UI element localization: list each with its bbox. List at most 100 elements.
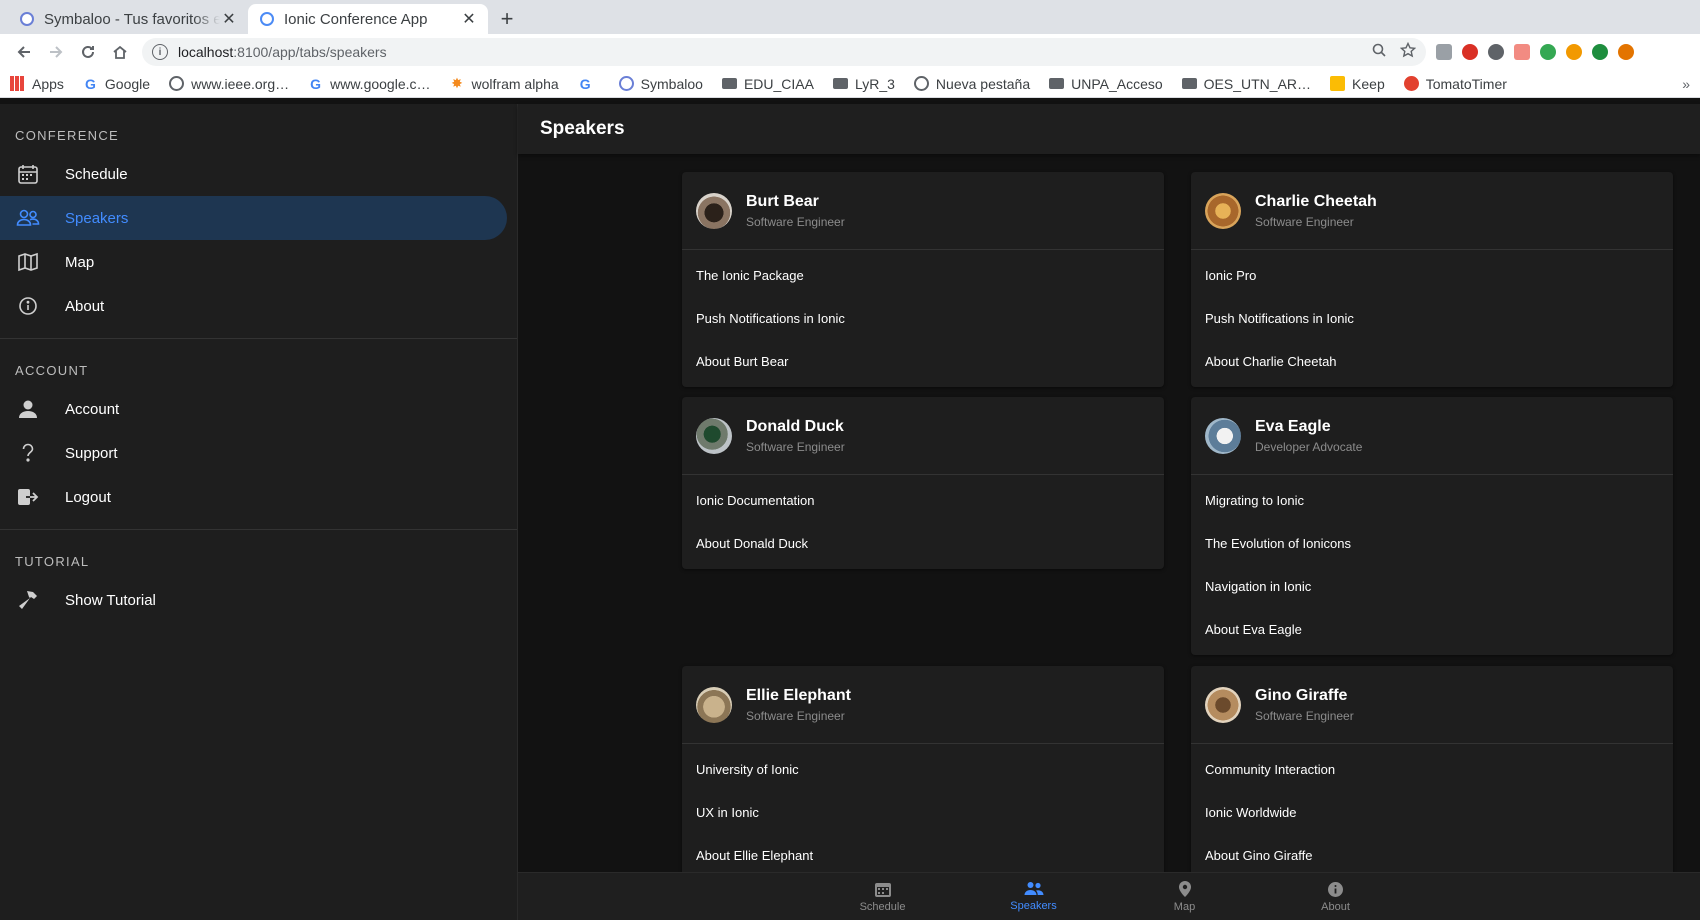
talk-item[interactable]: Ionic Documentation: [682, 479, 1164, 522]
talk-item[interactable]: Migrating to Ionic: [1191, 479, 1673, 522]
speaker-role: Developer Advocate: [1255, 439, 1363, 454]
address-bar[interactable]: i localhost:8100/app/tabs/speakers: [142, 38, 1426, 66]
talk-item[interactable]: Push Notifications in Ionic: [1191, 297, 1673, 340]
talk-item[interactable]: Ionic Pro: [1191, 254, 1673, 297]
talk-item[interactable]: UX in Ionic: [682, 791, 1164, 834]
talk-item[interactable]: About Ellie Elephant: [682, 834, 1164, 872]
speaker-info: Burt Bear Software Engineer: [746, 193, 845, 229]
speaker-name: Donald Duck: [746, 417, 844, 435]
url-host: localhost: [178, 44, 234, 60]
talk-item[interactable]: About Gino Giraffe: [1191, 834, 1673, 872]
bookmark-unpa[interactable]: UNPA_Acceso: [1049, 76, 1163, 92]
talk-item[interactable]: Community Interaction: [1191, 748, 1673, 791]
menu-item-logout[interactable]: Logout: [0, 475, 507, 519]
evernote-extension-icon[interactable]: [1540, 44, 1556, 60]
folder-icon: [832, 78, 848, 89]
bookmark-apps[interactable]: Apps: [10, 76, 64, 92]
keep-icon: [1330, 76, 1346, 91]
home-button[interactable]: [104, 36, 136, 68]
zoom-icon[interactable]: [1372, 43, 1386, 62]
speaker-card-header[interactable]: Burt Bear Software Engineer: [682, 172, 1164, 250]
bookmark-tomatotimer[interactable]: TomatoTimer: [1403, 76, 1507, 92]
bookmark-symbaloo[interactable]: Symbaloo: [618, 76, 703, 92]
circle-extension-icon[interactable]: [1488, 44, 1504, 60]
menu-item-account[interactable]: Account: [0, 387, 507, 431]
menu-item-support[interactable]: Support: [0, 431, 507, 475]
speaker-card-header[interactable]: Gino Giraffe Software Engineer: [1191, 666, 1673, 744]
speaker-name: Burt Bear: [746, 192, 819, 210]
talk-item[interactable]: Ionic Worldwide: [1191, 791, 1673, 834]
site-info-icon[interactable]: i: [152, 44, 168, 60]
talk-item[interactable]: About Burt Bear: [682, 340, 1164, 383]
talk-item[interactable]: The Ionic Package: [682, 254, 1164, 297]
speaker-role: Software Engineer: [746, 439, 845, 454]
menu-item-label: Speakers: [65, 209, 129, 227]
bookmark-oes-utn[interactable]: OES_UTN_AR…: [1181, 76, 1311, 92]
green-extension-icon[interactable]: [1592, 44, 1608, 60]
speaker-card-header[interactable]: Charlie Cheetah Software Engineer: [1191, 172, 1673, 250]
people-icon: [15, 205, 41, 231]
speaker-card: Gino Giraffe Software Engineer Community…: [1191, 666, 1673, 872]
talk-item[interactable]: About Eva Eagle: [1191, 608, 1673, 651]
speaker-card: Charlie Cheetah Software Engineer Ionic …: [1191, 172, 1673, 387]
pdf-extension-icon[interactable]: [1514, 44, 1530, 60]
bookmark-star-icon[interactable]: [1399, 41, 1417, 63]
tab-schedule[interactable]: Schedule: [807, 873, 958, 920]
bookmark-google[interactable]: G Google: [83, 76, 150, 92]
talk-item[interactable]: Push Notifications in Ionic: [682, 297, 1164, 340]
person-icon: [15, 396, 41, 422]
bookmark-lyr3[interactable]: LyR_3: [832, 75, 895, 92]
menu-item-schedule[interactable]: Schedule: [0, 152, 507, 196]
browser-tab-symbaloo[interactable]: Symbaloo - Tus favoritos e ✕: [8, 4, 248, 34]
bookmark-wolfram[interactable]: ✸ wolfram alpha: [450, 75, 559, 92]
orange-extension-icon[interactable]: [1566, 44, 1582, 60]
tab-about[interactable]: About: [1260, 873, 1411, 920]
bookmark-label: Google: [104, 75, 151, 92]
bookmark-label: wolfram alpha: [471, 75, 559, 92]
speaker-card-header[interactable]: Donald Duck Software Engineer: [682, 397, 1164, 475]
shield-extension-icon[interactable]: [1436, 44, 1452, 60]
menu-item-map[interactable]: Map: [0, 240, 507, 284]
back-button[interactable]: [8, 36, 40, 68]
bookmark-label: Nueva pestaña: [935, 75, 1031, 92]
speaker-avatar: [696, 417, 732, 454]
symbaloo-favicon-icon: [20, 12, 34, 26]
speaker-name: Gino Giraffe: [1255, 686, 1348, 704]
speaker-card-header[interactable]: Eva Eagle Developer Advocate: [1191, 397, 1673, 475]
bookmarks-overflow-button[interactable]: »: [1682, 76, 1690, 92]
tab-speakers[interactable]: Speakers: [958, 873, 1109, 920]
menu-item-about[interactable]: About: [0, 284, 507, 328]
new-tab-button[interactable]: +: [492, 4, 522, 34]
talk-item[interactable]: Navigation in Ionic: [1191, 565, 1673, 608]
talk-item[interactable]: About Donald Duck: [682, 522, 1164, 565]
bookmark-google-blank[interactable]: G: [578, 76, 600, 92]
speaker-talks: Ionic Documentation About Donald Duck: [682, 475, 1164, 569]
tab-label: Map: [1173, 901, 1196, 913]
browser-tab-ionic[interactable]: Ionic Conference App ✕: [248, 4, 488, 34]
ionic-favicon-icon: [260, 12, 274, 26]
bookmark-nueva-pestana[interactable]: Nueva pestaña: [913, 75, 1031, 92]
reload-button[interactable]: [72, 36, 104, 68]
menu-item-speakers[interactable]: Speakers: [0, 196, 507, 240]
close-tab-icon[interactable]: ✕: [460, 9, 478, 29]
extension-icon[interactable]: [1618, 44, 1634, 60]
menu-item-show-tutorial[interactable]: Show Tutorial: [0, 578, 507, 622]
bookmark-ieee[interactable]: www.ieee.org…: [169, 76, 289, 92]
symbaloo-icon: [618, 76, 634, 91]
talk-item[interactable]: About Charlie Cheetah: [1191, 340, 1673, 383]
bookmark-keep[interactable]: Keep: [1330, 76, 1385, 92]
bookmark-label: LyR_3: [854, 75, 895, 92]
bookmark-label: Keep: [1352, 75, 1385, 92]
wolfram-icon: ✸: [451, 75, 463, 91]
bookmark-google-c[interactable]: Gwww.google.c…: [308, 76, 430, 92]
forward-button[interactable]: [40, 36, 72, 68]
speaker-role: Software Engineer: [746, 214, 845, 229]
talk-item[interactable]: University of Ionic: [682, 748, 1164, 791]
talk-item[interactable]: The Evolution of Ionicons: [1191, 522, 1673, 565]
tab-map[interactable]: Map: [1109, 873, 1260, 920]
speaker-card-header[interactable]: Ellie Elephant Software Engineer: [682, 666, 1164, 744]
gmail-extension-icon[interactable]: [1462, 44, 1478, 60]
speaker-name: Eva Eagle: [1255, 417, 1331, 435]
close-tab-icon[interactable]: ✕: [220, 9, 238, 29]
bookmark-edu-ciaa[interactable]: EDU_CIAA: [721, 76, 814, 92]
